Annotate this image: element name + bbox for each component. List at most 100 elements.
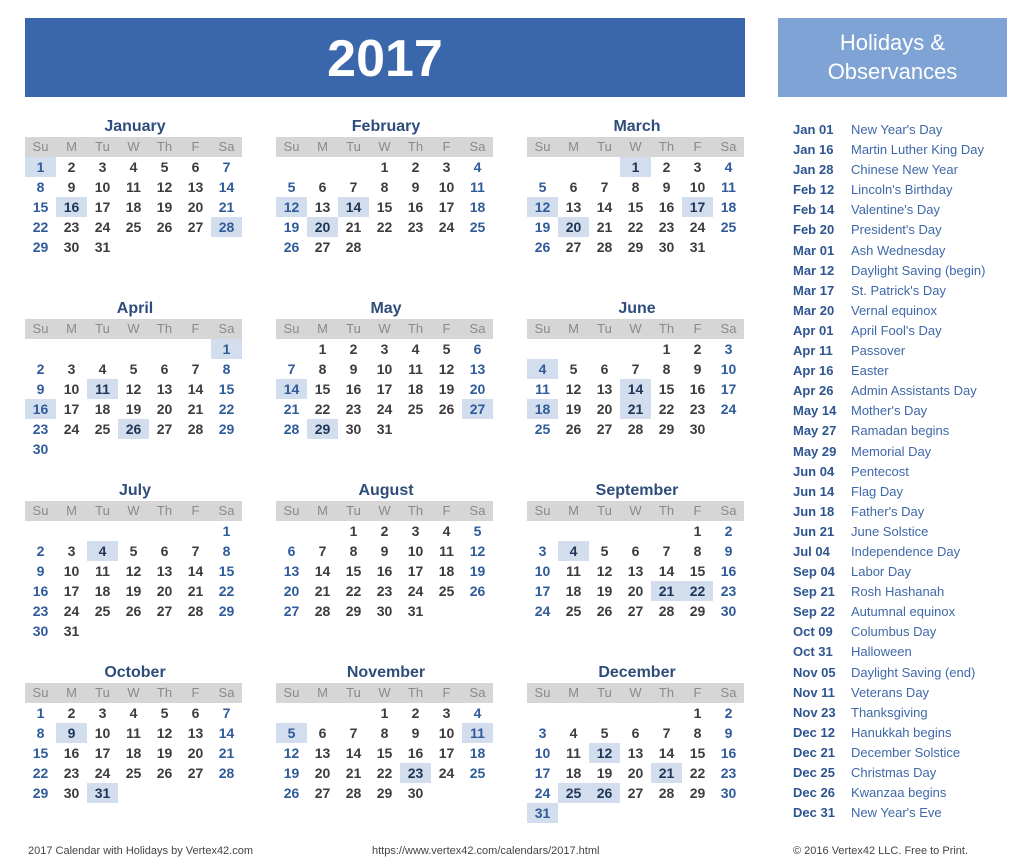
day-cell: 22: [376, 765, 393, 781]
day-cell: 12: [125, 381, 142, 397]
weekday-header: W: [369, 319, 400, 339]
holiday-name: Martin Luther King Day: [851, 142, 984, 158]
weekday-header: Tu: [338, 683, 369, 703]
day-cell: 29: [218, 603, 235, 619]
day-cell: 30: [63, 785, 80, 801]
empty-cell: [558, 157, 589, 177]
day-cell: 11: [470, 179, 485, 195]
day-cell: 14: [345, 745, 362, 761]
holiday-name: Flag Day: [851, 483, 904, 499]
day-cell: 6: [569, 179, 578, 195]
holiday-name: Admin Assistants Day: [851, 383, 977, 399]
empty-cell: [87, 521, 118, 541]
holiday-row: Dec 26 Kwanzaa begins: [793, 783, 985, 803]
empty-cell: [527, 521, 558, 541]
month-name: July: [118, 482, 151, 499]
day-cell: 24: [407, 583, 424, 599]
day-cell: 25: [534, 421, 551, 437]
day-cell: 12: [565, 381, 582, 397]
month-february: February Su M Tu W Th F Sa 1 2 3 4 5 6 7 8 9 10 11 12 13 14 15…: [276, 117, 496, 257]
day-cell: 27: [627, 603, 644, 619]
day-cell: 8: [36, 179, 45, 195]
day-cell: 17: [534, 765, 551, 781]
day-cell: 25: [125, 219, 142, 235]
holiday-row: Mar 17 St. Patrick's Day: [793, 281, 985, 301]
weekday-header: Sa: [462, 137, 493, 157]
day-cell: 17: [94, 199, 111, 215]
weekday-header: Sa: [713, 137, 744, 157]
day-cell: 23: [63, 219, 80, 235]
holiday-day-cell: 16: [25, 399, 56, 419]
day-cell: 15: [345, 563, 362, 579]
weekday-header: M: [558, 319, 589, 339]
day-cell: 10: [376, 361, 393, 377]
month-may: May Su M Tu W Th F Sa 1 2 3 4 5 6 7 8 9 10 11 12 13 14 15 16 17 1…: [276, 299, 496, 439]
day-cell: 7: [631, 361, 640, 377]
day-cell: 3: [442, 159, 451, 175]
day-cell: 27: [156, 421, 173, 437]
day-cell: 23: [345, 401, 362, 417]
weekday-header: Sa: [211, 683, 242, 703]
holiday-date: Dec 26: [793, 785, 835, 801]
day-cell: 11: [439, 543, 454, 559]
day-cell: 7: [191, 361, 200, 377]
day-cell: 9: [411, 179, 420, 195]
empty-cell: [25, 339, 56, 359]
weekday-header: Su: [276, 683, 307, 703]
day-cell: 13: [156, 381, 173, 397]
day-cell: 10: [63, 381, 80, 397]
day-cell: 16: [407, 745, 424, 761]
day-cell: 28: [627, 421, 644, 437]
day-cell: 25: [94, 421, 111, 437]
holiday-name: Rosh Hashanah: [851, 584, 945, 600]
day-cell: 2: [349, 341, 358, 357]
day-cell: 16: [720, 563, 737, 579]
holidays-header: Holidays & Observances: [778, 18, 1007, 97]
day-cell: 25: [469, 219, 486, 235]
holiday-date: Apr 01: [793, 322, 834, 338]
weekday-header: Su: [276, 137, 307, 157]
weekday-header: Tu: [338, 137, 369, 157]
day-cell: 31: [689, 239, 706, 255]
holiday-name: Passover: [851, 343, 906, 359]
day-cell: 13: [627, 563, 644, 579]
holiday-row: Jun 21 June Solstice: [793, 522, 985, 542]
day-cell: 21: [218, 199, 235, 215]
day-cell: 20: [187, 745, 204, 761]
holiday-day-cell: 1: [25, 157, 56, 177]
footer-url[interactable]: https://www.vertex42.com/calendars/2017.…: [372, 845, 599, 857]
day-cell: 18: [469, 745, 486, 761]
empty-cell: [307, 521, 338, 541]
day-cell: 23: [32, 421, 49, 437]
month-july: July Su M Tu W Th F Sa 1 2 3 4 5 6 7 8 9 10 11 12 13 14 15 16 17…: [25, 481, 245, 641]
weekday-header: Su: [25, 501, 56, 521]
holiday-date: Feb 12: [793, 182, 835, 198]
day-cell: 6: [191, 705, 200, 721]
day-cell: 12: [156, 179, 173, 195]
holiday-day-cell: 5: [276, 723, 307, 743]
day-cell: 3: [538, 543, 547, 559]
weekday-header: Su: [527, 137, 558, 157]
day-cell: 19: [283, 765, 300, 781]
day-cell: 8: [380, 179, 389, 195]
empty-cell: [651, 521, 682, 541]
holiday-date: Mar 12: [793, 262, 835, 278]
day-cell: 17: [63, 401, 80, 417]
holiday-name: Vernal equinox: [851, 302, 938, 318]
day-cell: 24: [689, 219, 706, 235]
day-cell: 27: [565, 239, 582, 255]
day-cell: 8: [693, 543, 702, 559]
holiday-row: Apr 16 Easter: [793, 361, 985, 381]
holiday-name: Easter: [851, 363, 889, 379]
holiday-day-cell: 16: [56, 197, 87, 217]
holiday-name: President's Day: [851, 222, 942, 238]
holiday-day-cell: 4: [558, 541, 589, 561]
empty-cell: [527, 703, 558, 723]
holiday-day-cell: 31: [87, 783, 118, 803]
day-cell: 6: [318, 179, 327, 195]
day-cell: 2: [36, 543, 45, 559]
weekday-header: Su: [527, 319, 558, 339]
day-cell: 10: [407, 543, 424, 559]
weekday-header: F: [431, 683, 462, 703]
day-cell: 11: [126, 179, 141, 195]
